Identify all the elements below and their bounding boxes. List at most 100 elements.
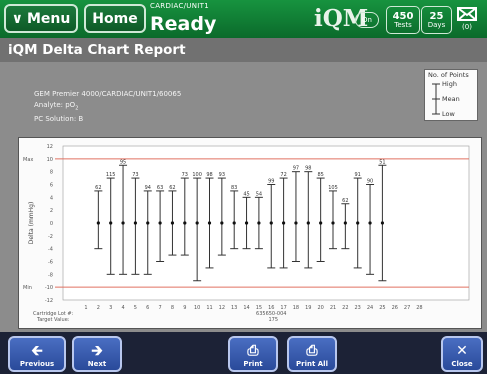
whisker-mean-point — [158, 221, 162, 225]
x-tick-label: 8 — [171, 305, 174, 311]
whisker-mean-point — [133, 221, 137, 225]
next-button[interactable]: 🡲 Next — [72, 336, 122, 372]
max-label: Max — [23, 157, 33, 163]
y-axis-label: Delta (mmHg) — [28, 202, 35, 245]
x-tick-label: 20 — [317, 305, 323, 311]
point-count-label: 95 — [120, 159, 126, 165]
point-count-label: 115 — [106, 172, 116, 178]
legend-mean: Mean — [442, 95, 460, 103]
home-label: Home — [92, 10, 138, 27]
point-count-label: 45 — [243, 191, 249, 197]
point-count-label: 72 — [280, 172, 286, 178]
device-text: GEM Premier 4000/CARDIAC/UNIT1/60065 — [34, 90, 182, 98]
whisker-mean-point — [96, 221, 100, 225]
whisker-mean-point — [183, 221, 187, 225]
y-tick-label: -12 — [45, 298, 53, 304]
whisker-mean-point — [207, 221, 212, 225]
x-tick-label: 19 — [305, 305, 311, 311]
print-all-label: Print All — [296, 360, 328, 368]
messages-button[interactable]: (0) — [452, 4, 482, 34]
point-count-label: 90 — [367, 179, 373, 185]
whisker-mean-point — [146, 221, 150, 225]
x-tick-label: 2 — [97, 305, 100, 311]
point-count-label: 63 — [157, 185, 163, 191]
next-label: Next — [87, 360, 107, 368]
point-count-label: 91 — [355, 172, 361, 178]
x-tick-label: 7 — [159, 305, 162, 311]
previous-label: Previous — [19, 360, 55, 368]
x-tick-label: 23 — [355, 305, 361, 311]
whisker-mean-point — [331, 221, 335, 225]
top-bar: ∨ Menu Home CARDIAC/UNIT1 Ready iQM On 4… — [0, 0, 487, 38]
close-icon: ✕ — [456, 343, 468, 359]
point-count-label: 62 — [169, 185, 175, 191]
iqm-on-indicator: On — [355, 12, 379, 28]
x-tick-label: 22 — [342, 305, 348, 311]
target-value-value: 175 — [268, 317, 278, 323]
point-count-label: 97 — [293, 166, 299, 172]
y-tick-label: 10 — [47, 157, 53, 163]
days-remaining-button[interactable]: 25 Days — [421, 6, 452, 34]
point-count-label: 100 — [192, 172, 202, 178]
delta-chart-svg: 121086420-2-4-6-8-10-12MaxMinDelta (mmHg… — [23, 144, 470, 323]
x-tick-label: 24 — [367, 305, 373, 311]
whisker-mean-point — [356, 221, 360, 225]
point-count-label: 98 — [305, 166, 311, 172]
days-label: Days — [427, 20, 446, 29]
close-label: Close — [451, 360, 473, 368]
x-tick-label: 3 — [109, 305, 112, 311]
whisker-mean-point — [257, 221, 261, 225]
point-count-label: 94 — [145, 185, 151, 191]
x-tick-label: 9 — [183, 305, 186, 311]
point-count-label: 73 — [182, 172, 188, 178]
whisker-mean-point — [220, 221, 224, 225]
close-button[interactable]: ✕ Close — [441, 336, 483, 372]
report-panel: GEM Premier 4000/CARDIAC/UNIT1/60065 Ana… — [0, 62, 487, 332]
whisker-mean-point — [121, 221, 125, 225]
y-tick-label: -8 — [48, 272, 53, 278]
envelope-icon — [457, 7, 477, 21]
y-tick-label: 8 — [50, 170, 53, 176]
home-button[interactable]: Home — [84, 4, 146, 33]
whisker-mean-point — [269, 221, 273, 225]
x-tick-label: 11 — [206, 305, 212, 311]
delta-chart: 12 10 8 6 4 2 0 -2 -4 -6 -8 -10 -12 Max Min Delta (mmHg… — [18, 137, 482, 329]
x-tick-label: 21 — [330, 305, 336, 311]
point-count-label: 85 — [317, 172, 323, 178]
analyte-subscript: 2 — [75, 105, 79, 112]
y-tick-label: 2 — [50, 208, 53, 214]
whisker-mean-point — [294, 221, 298, 225]
print-label: Print — [243, 360, 263, 368]
point-count-label: 73 — [132, 172, 138, 178]
x-tick-label: 28 — [416, 305, 422, 311]
x-tick-label: 18 — [293, 305, 299, 311]
print-all-button[interactable]: ⎙ Print All — [287, 336, 337, 372]
point-count-label: 105 — [328, 185, 338, 191]
printer-stack-icon: ⎙ — [306, 343, 318, 359]
point-count-label: 99 — [268, 179, 274, 185]
previous-button[interactable]: 🡰 Previous — [8, 336, 66, 372]
menu-label: Menu — [27, 10, 71, 27]
tests-count: 450 — [392, 10, 414, 22]
analyte-label: Analyte: pO — [34, 101, 76, 109]
tests-remaining-button[interactable]: 450 Tests — [386, 6, 420, 34]
point-count-label: 62 — [95, 185, 101, 191]
whisker-mean-point — [232, 221, 236, 225]
arrow-right-icon: 🡲 — [91, 343, 103, 359]
y-tick-label: 6 — [50, 183, 53, 189]
x-tick-label: 10 — [194, 305, 200, 311]
bottom-bar: 🡰 Previous 🡲 Next ⎙ Print ⎙ Print All ✕ … — [0, 332, 487, 374]
x-tick-label: 13 — [231, 305, 237, 311]
x-tick-label: 25 — [379, 305, 385, 311]
point-count-label: 83 — [231, 185, 237, 191]
point-count-label: 62 — [342, 198, 348, 204]
tests-label: Tests — [394, 20, 412, 29]
whisker-mean-point — [170, 221, 175, 225]
whisker-mean-point — [343, 221, 347, 225]
print-button[interactable]: ⎙ Print — [228, 336, 278, 372]
chevron-down-icon: ∨ — [11, 10, 23, 27]
menu-button[interactable]: ∨ Menu — [4, 4, 78, 33]
y-tick-label: -2 — [48, 234, 53, 240]
x-tick-label: 12 — [219, 305, 225, 311]
days-count: 25 — [429, 10, 444, 22]
